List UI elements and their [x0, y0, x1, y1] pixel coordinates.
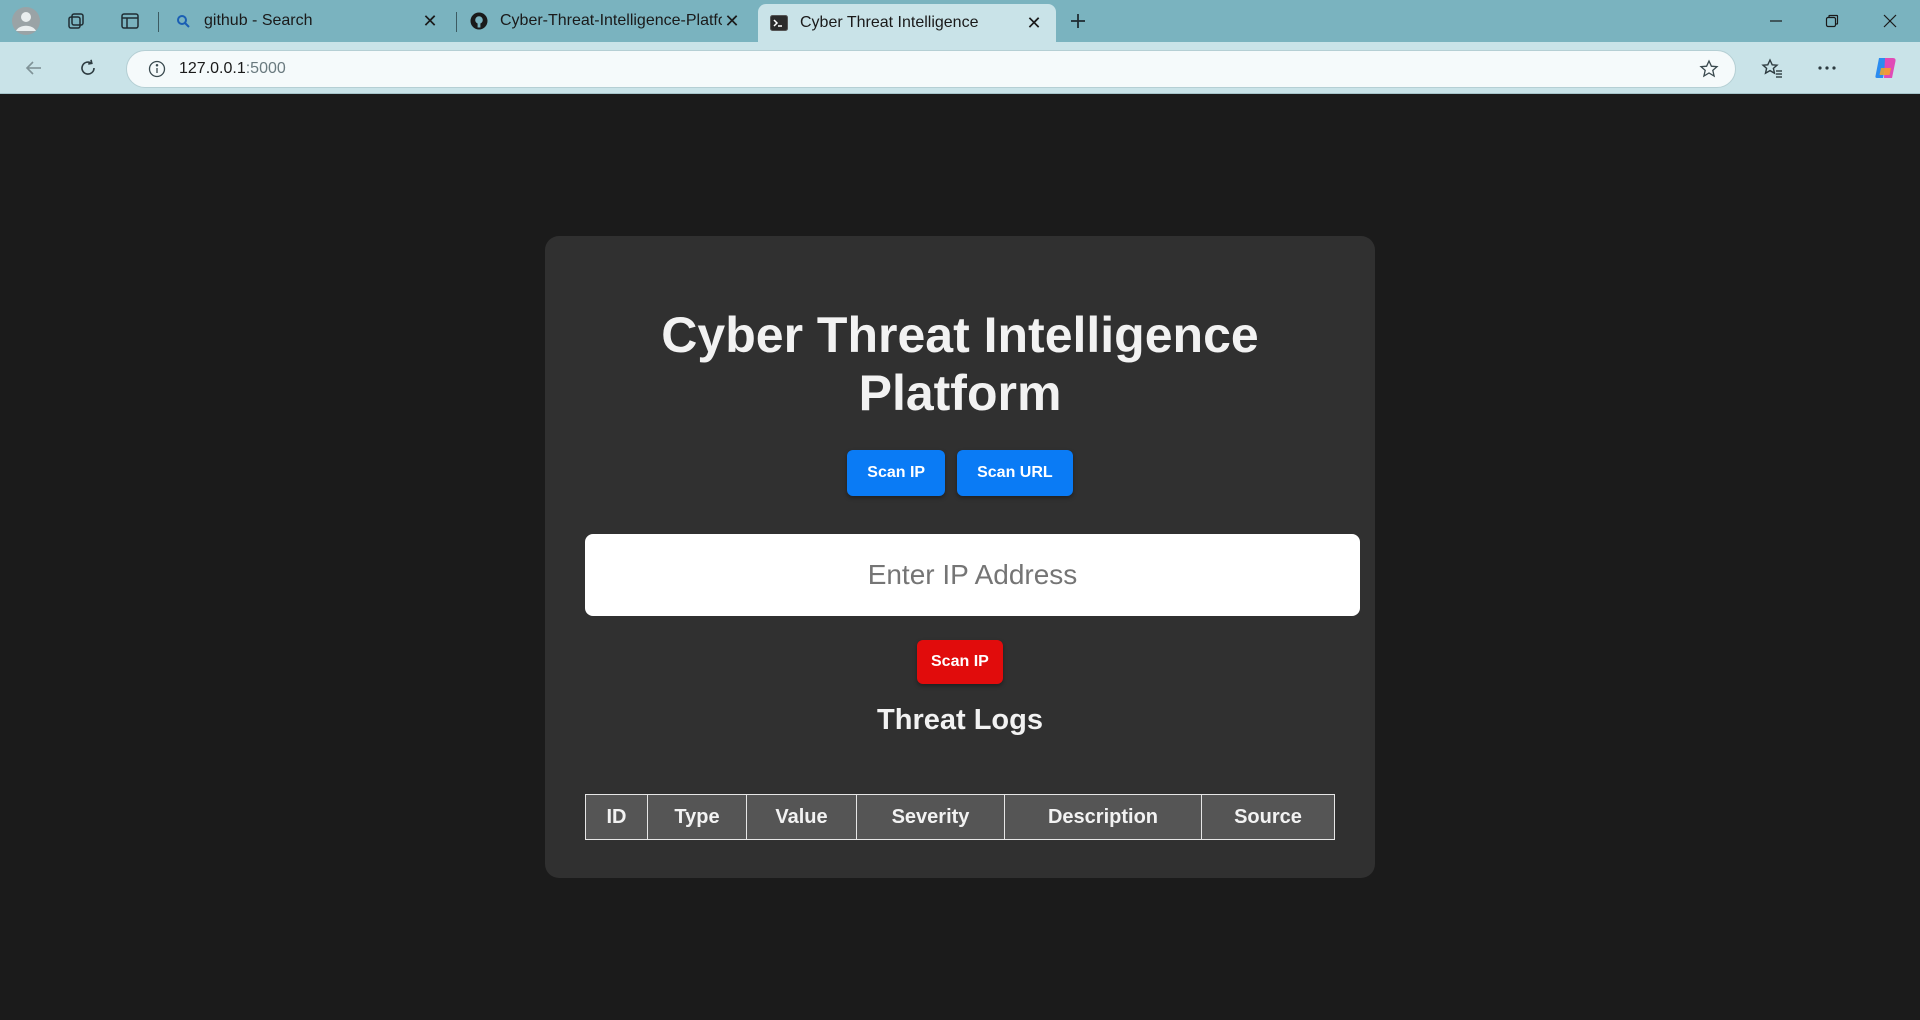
close-window-icon[interactable]	[1862, 0, 1918, 42]
tab-actions-icon[interactable]	[108, 0, 152, 42]
restore-icon[interactable]	[1804, 0, 1860, 42]
profile-avatar-icon[interactable]	[4, 0, 48, 42]
favorite-star-icon[interactable]	[1699, 59, 1719, 84]
table-header-row: ID Type Value Severity Description Sourc…	[585, 794, 1335, 840]
column-header-id: ID	[585, 794, 648, 840]
more-options-icon[interactable]	[1811, 52, 1843, 84]
scan-url-mode-button[interactable]: Scan URL	[957, 450, 1073, 496]
tab-github-search[interactable]: github - Search ✕	[162, 4, 452, 38]
column-header-source: Source	[1201, 794, 1335, 840]
tab-separator	[158, 12, 159, 32]
url-host: 127.0.0.1	[179, 60, 246, 77]
tab-title: Cyber-Threat-Intelligence-Platform	[500, 12, 722, 29]
close-icon[interactable]: ✕	[722, 11, 742, 32]
workspaces-icon[interactable]	[54, 0, 98, 42]
scan-mode-buttons: Scan IP Scan URL	[545, 450, 1375, 496]
refresh-icon[interactable]	[72, 52, 104, 84]
tab-cyber-threat-intelligence[interactable]: Cyber Threat Intelligence ✕	[758, 4, 1056, 42]
page-title: Cyber Threat Intelligence Platform	[545, 306, 1375, 422]
url-bar[interactable]: 127.0.0.1:5000	[126, 50, 1736, 88]
ip-address-input[interactable]	[585, 534, 1360, 616]
minimize-icon[interactable]	[1748, 0, 1804, 42]
github-icon	[470, 12, 488, 30]
site-info-icon[interactable]	[135, 60, 179, 78]
close-icon[interactable]: ✕	[1024, 13, 1044, 34]
threat-logs-table: ID Type Value Severity Description Sourc…	[585, 794, 1335, 840]
column-header-value: Value	[746, 794, 857, 840]
scan-ip-submit-button[interactable]: Scan IP	[917, 640, 1003, 684]
page-body: Cyber Threat Intelligence Platform Scan …	[0, 94, 1920, 1020]
scan-ip-mode-button[interactable]: Scan IP	[847, 450, 946, 496]
page-title-line-2: Platform	[858, 365, 1062, 421]
search-icon	[174, 12, 192, 30]
tab-title: github - Search	[204, 12, 313, 29]
column-header-type: Type	[647, 794, 747, 840]
tab-github-repo[interactable]: Cyber-Threat-Intelligence-Platform ✕	[458, 4, 754, 38]
favorites-icon[interactable]	[1756, 52, 1788, 84]
column-header-severity: Severity	[856, 794, 1005, 840]
back-icon[interactable]	[18, 52, 50, 84]
column-header-description: Description	[1004, 794, 1202, 840]
close-icon[interactable]: ✕	[420, 11, 440, 32]
main-card: Cyber Threat Intelligence Platform Scan …	[545, 236, 1375, 878]
url-port: :5000	[245, 60, 286, 77]
browser-address-bar: 127.0.0.1:5000	[0, 42, 1920, 94]
tab-title: Cyber Threat Intelligence	[800, 14, 979, 31]
copilot-icon[interactable]	[1870, 52, 1902, 84]
tab-separator	[456, 12, 457, 32]
page-title-line-1: Cyber Threat Intelligence	[661, 307, 1259, 363]
threat-logs-heading: Threat Logs	[877, 704, 1043, 736]
browser-tab-bar: github - Search ✕ Cyber-Threat-Intellige…	[0, 0, 1920, 42]
terminal-icon	[770, 14, 788, 32]
new-tab-icon[interactable]	[1056, 0, 1100, 42]
